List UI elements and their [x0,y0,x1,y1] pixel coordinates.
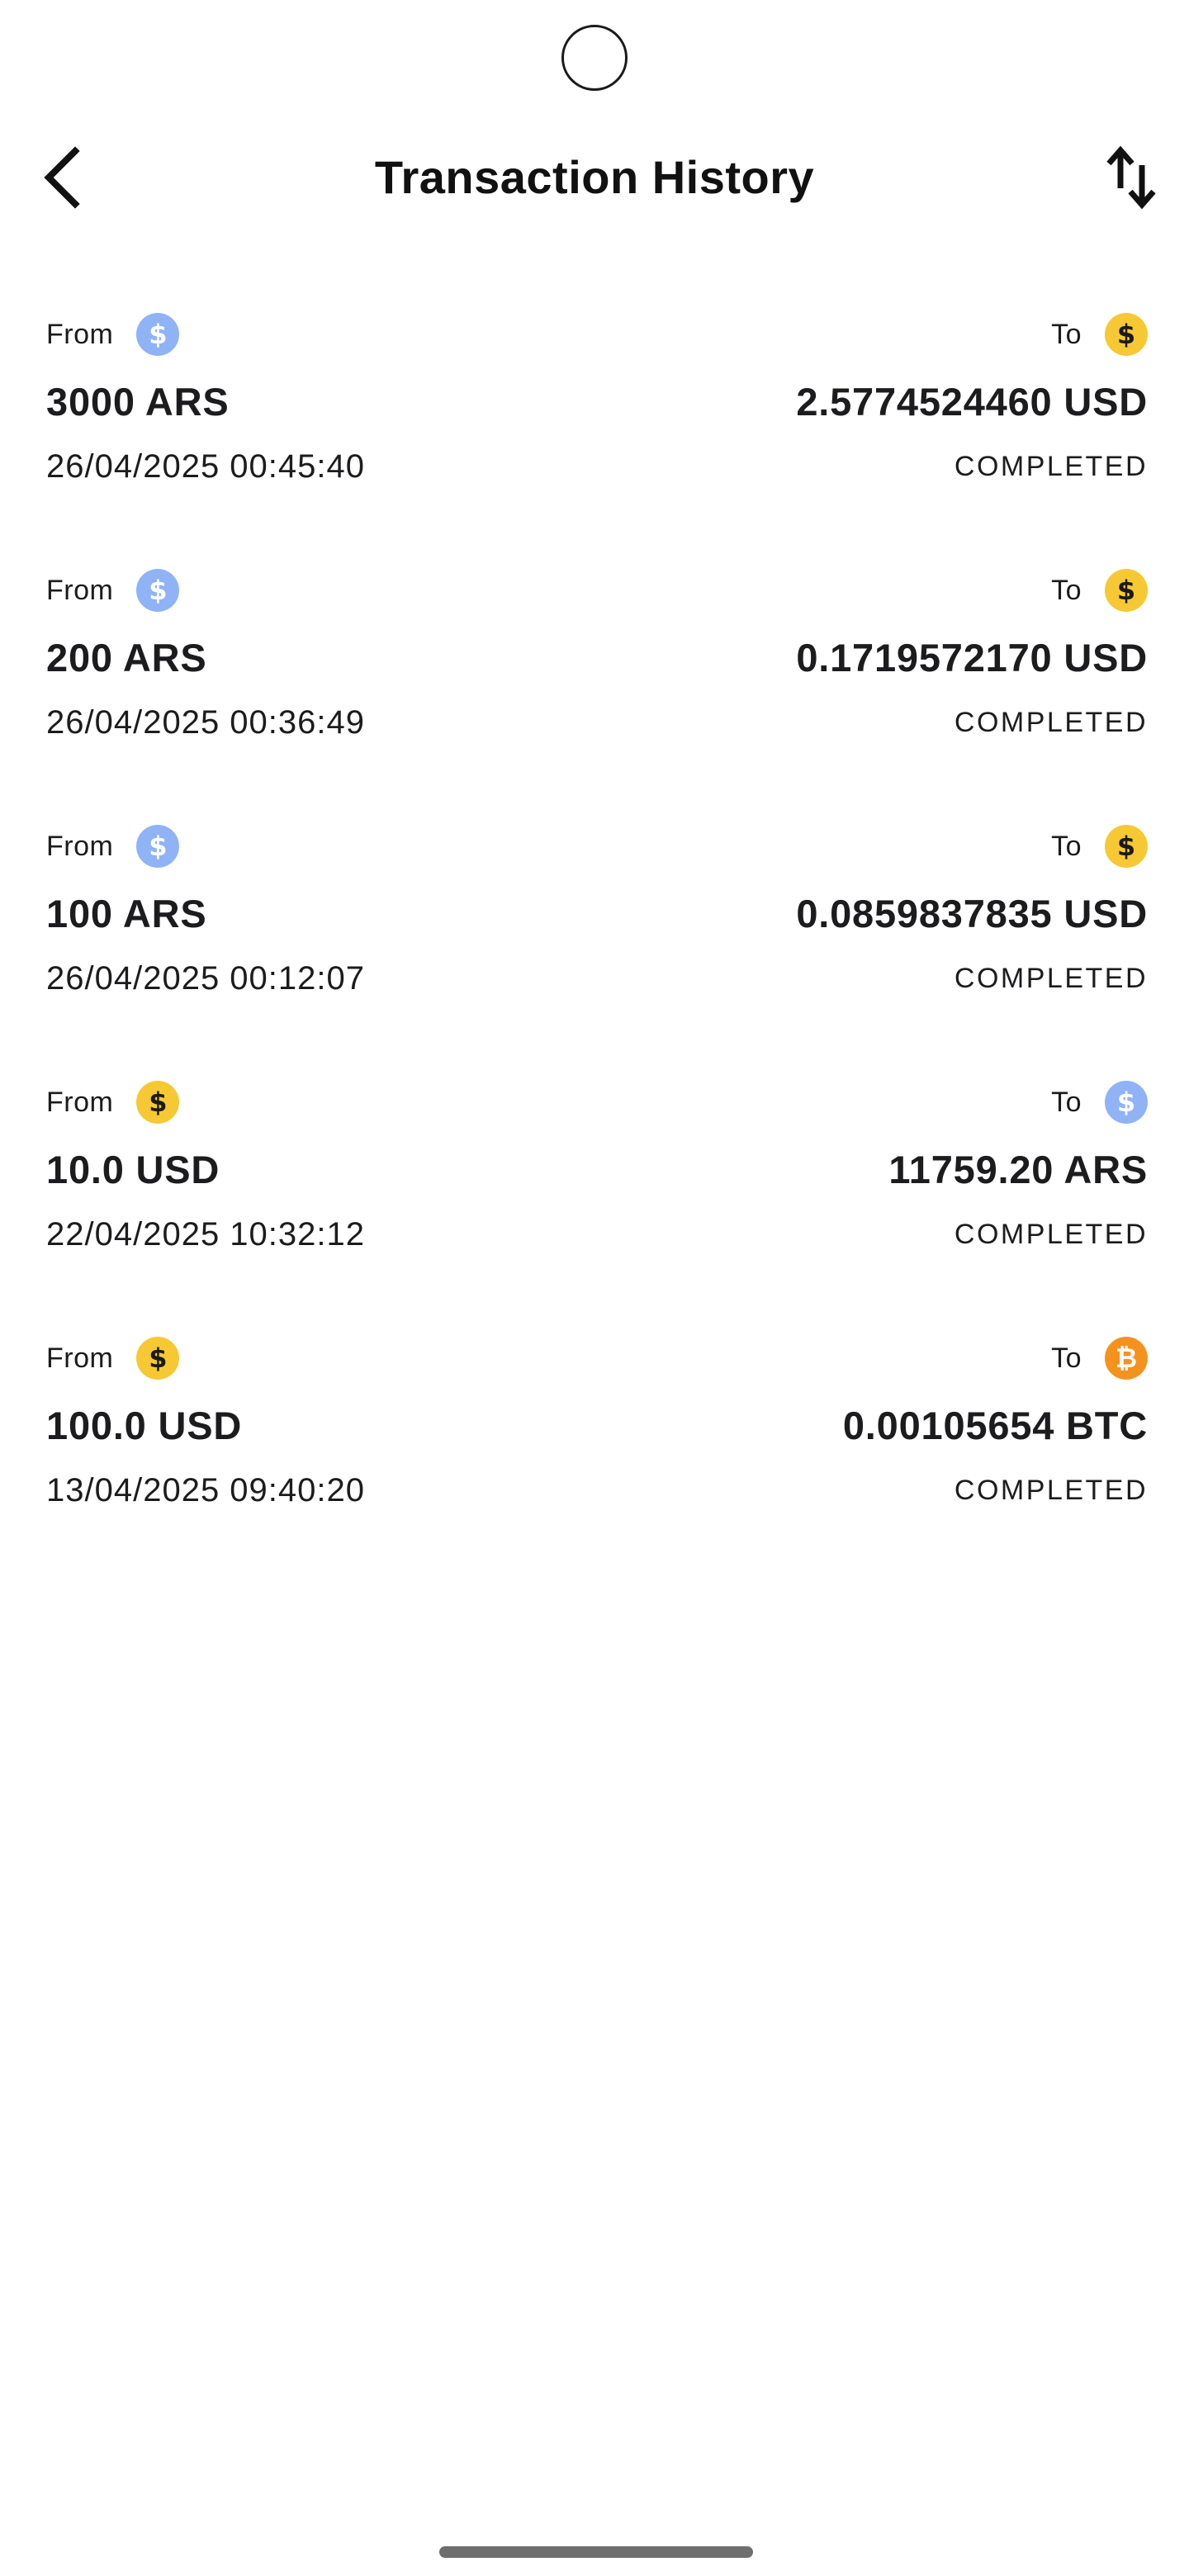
from-amount: 10.0 USD [46,1148,220,1191]
from-label: From [46,1086,114,1118]
transaction-from: From $10.0 USD 22/04/2025 10:32:12 [46,1080,365,1258]
transaction-from: From $3000 ARS 26/04/2025 00:45:40 [46,312,365,490]
ars-coin-icon: $ [136,569,180,612]
usd-coin-icon: $ [136,1081,180,1124]
transaction-row[interactable]: From $100 ARS 26/04/2025 00:12:07 To $0.0859… [46,824,1148,1080]
ars-coin-icon: $ [136,825,180,868]
to-label: To [1051,1342,1082,1374]
sort-button[interactable] [1098,144,1164,211]
to-amount: 0.0859837835 USD [796,892,1148,935]
transaction-row[interactable]: From $3000 ARS 26/04/2025 00:45:40 To $2.577… [46,312,1148,568]
usd-coin-icon: $ [1105,825,1148,868]
btc-coin-icon: ₿ [1105,1337,1148,1380]
to-amount: 11759.20 ARS [888,1148,1148,1191]
ars-coin-icon: $ [136,313,180,356]
usd-coin-icon: $ [1105,313,1148,356]
to-amount: 2.5774524460 USD [796,380,1148,424]
transaction-to: To ₿ 0.00105654 BTC COMPLETED [843,1336,1148,1514]
sort-arrows-icon [1106,145,1156,210]
transaction-date: 26/04/2025 00:45:40 [46,448,366,485]
transaction-to: To $2.5774524460 USD COMPLETED [796,312,1148,490]
transaction-from: From $100.0 USD 13/04/2025 09:40:20 [46,1336,365,1514]
from-label: From [46,574,114,606]
transaction-from: From $100 ARS 26/04/2025 00:12:07 [46,824,365,1002]
transaction-to: To $11759.20 ARS COMPLETED [888,1080,1148,1258]
to-label: To [1051,318,1082,350]
status-badge: COMPLETED [954,451,1148,482]
status-badge: COMPLETED [954,707,1148,738]
transaction-date: 26/04/2025 00:12:07 [46,960,366,997]
transaction-list: From $3000 ARS 26/04/2025 00:45:40 To $2.577… [46,312,1148,1592]
transaction-date: 22/04/2025 10:32:12 [46,1216,366,1252]
usd-coin-icon: $ [1105,569,1148,612]
from-label: From [46,318,114,350]
from-amount: 200 ARS [46,636,207,680]
usd-coin-icon: $ [136,1337,180,1380]
to-label: To [1051,1086,1082,1118]
camera-cutout [561,25,628,91]
home-indicator[interactable] [439,2546,753,2558]
from-label: From [46,1342,114,1374]
to-amount: 0.00105654 BTC [842,1404,1148,1447]
status-badge: COMPLETED [954,1475,1148,1506]
to-amount: 0.1719572170 USD [796,636,1148,680]
to-label: To [1051,574,1082,606]
transaction-row[interactable]: From $100.0 USD 13/04/2025 09:40:20 To ₿ 0.00… [46,1336,1148,1592]
transaction-row[interactable]: From $10.0 USD 22/04/2025 10:32:12 To $11759… [46,1080,1148,1336]
transaction-date: 26/04/2025 00:36:49 [46,704,366,741]
top-app-bar: Transaction History [0,124,1189,231]
transaction-date: 13/04/2025 09:40:20 [46,1472,366,1508]
page-title: Transaction History [374,151,815,203]
from-amount: 3000 ARS [46,380,230,424]
to-label: To [1051,830,1082,862]
from-label: From [46,830,114,862]
ars-coin-icon: $ [1105,1081,1148,1124]
transaction-to: To $0.1719572170 USD COMPLETED [796,568,1148,746]
transaction-to: To $0.0859837835 USD COMPLETED [796,824,1148,1002]
transaction-from: From $200 ARS 26/04/2025 00:36:49 [46,568,365,746]
from-amount: 100 ARS [46,892,207,935]
status-badge: COMPLETED [954,963,1148,994]
status-badge: COMPLETED [954,1219,1148,1250]
transaction-row[interactable]: From $200 ARS 26/04/2025 00:36:49 To $0.1719… [46,568,1148,824]
from-amount: 100.0 USD [46,1404,243,1447]
